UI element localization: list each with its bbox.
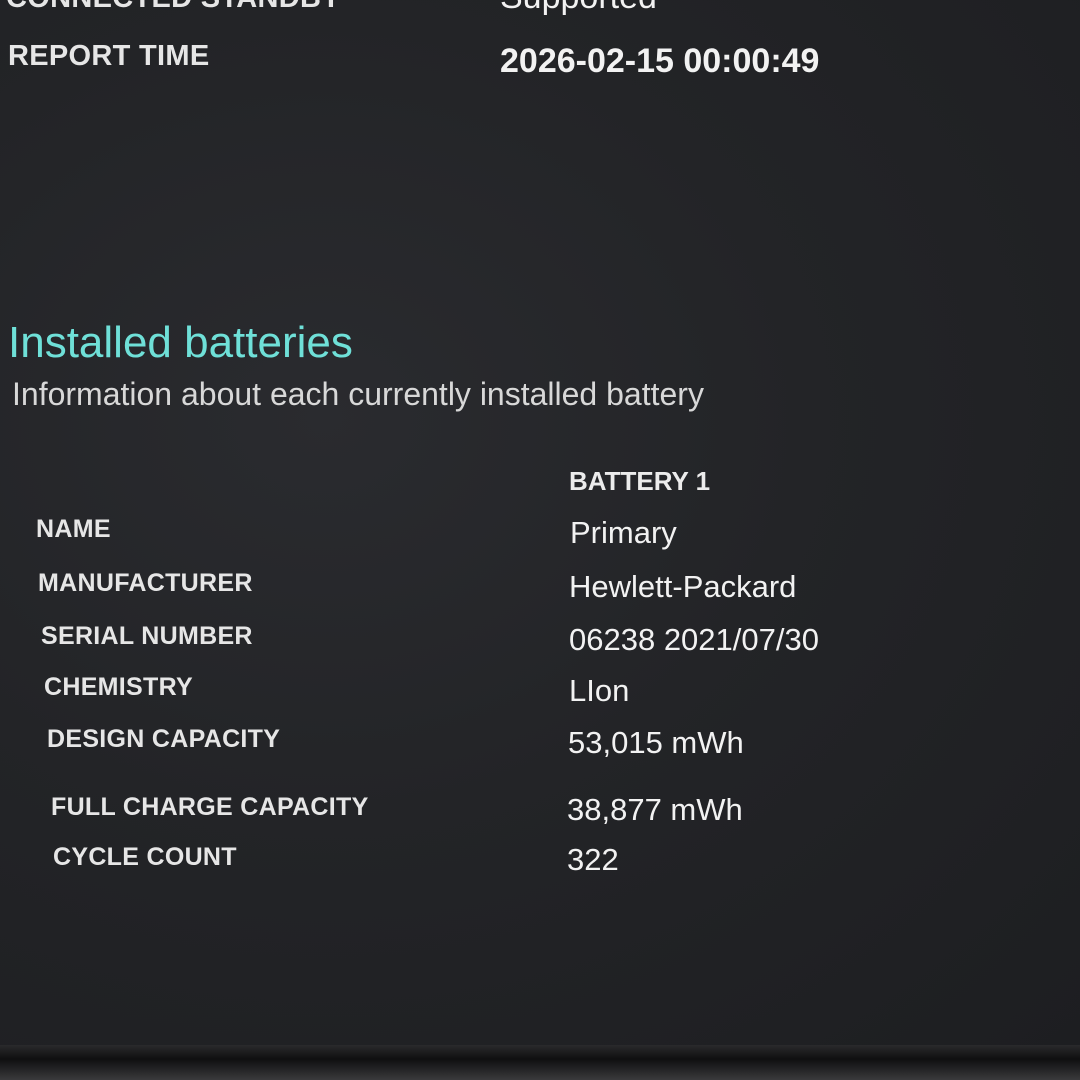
name-label: NAME bbox=[36, 515, 111, 543]
section-subtitle: Information about each currently install… bbox=[12, 376, 704, 412]
design-capacity-label: DESIGN CAPACITY bbox=[47, 725, 281, 753]
serial-number-label: SERIAL NUMBER bbox=[41, 622, 253, 650]
cycle-count-label: CYCLE COUNT bbox=[53, 843, 237, 871]
chemistry-label: CHEMISTRY bbox=[44, 673, 194, 701]
manufacturer-label: MANUFACTURER bbox=[38, 569, 253, 597]
connected-standby-value: Supported bbox=[500, 0, 657, 17]
report-time-value: 2026-02-15 00:00:49 bbox=[500, 42, 820, 80]
section-title: Installed batteries bbox=[8, 318, 353, 367]
cycle-count-value: 322 bbox=[567, 842, 619, 877]
serial-number-value: 06238 2021/07/30 bbox=[569, 622, 819, 657]
manufacturer-value: Hewlett-Packard bbox=[569, 569, 797, 604]
report-time-label: REPORT TIME bbox=[8, 40, 210, 72]
connected-standby-label: CONNECTED STANDBY bbox=[6, 0, 341, 15]
battery-report-screen: CONNECTED STANDBY Supported REPORT TIME … bbox=[0, 0, 1080, 1045]
name-value: Primary bbox=[570, 515, 677, 550]
full-charge-capacity-value: 38,877 mWh bbox=[567, 792, 743, 827]
full-charge-capacity-label: FULL CHARGE CAPACITY bbox=[51, 793, 369, 821]
battery-column-header: BATTERY 1 bbox=[569, 466, 711, 496]
design-capacity-value: 53,015 mWh bbox=[568, 725, 744, 760]
chemistry-value: LIon bbox=[569, 673, 630, 708]
monitor-bezel bbox=[0, 1045, 1080, 1080]
